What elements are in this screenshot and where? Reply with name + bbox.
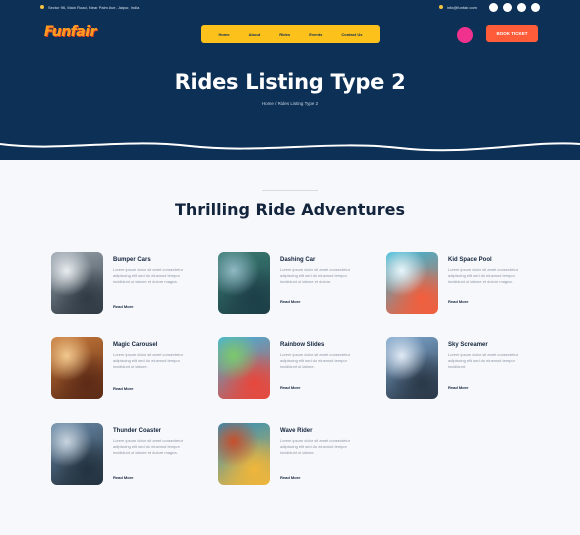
breadcrumb[interactable]: Home / Rides Listing Type 2 bbox=[0, 101, 580, 106]
mail-icon bbox=[438, 5, 443, 9]
ride-description: Lorem ipsum dolor sit amet consectetur a… bbox=[448, 352, 519, 369]
ride-thumbnail[interactable] bbox=[386, 337, 438, 399]
site-logo[interactable]: Funfair bbox=[44, 24, 106, 44]
main-nav: Home About Rides Events Contact Us bbox=[201, 25, 380, 43]
ride-read-more-link[interactable]: Read More bbox=[280, 299, 300, 304]
ride-read-more-link[interactable]: Read More bbox=[448, 385, 468, 390]
book-ticket-button[interactable]: BOOK TICKET bbox=[486, 25, 538, 42]
social-links bbox=[489, 2, 540, 12]
ride-name[interactable]: Sky Screamer bbox=[448, 342, 488, 348]
ride-name[interactable]: Kid Space Pool bbox=[448, 257, 492, 263]
facebook-icon[interactable] bbox=[489, 2, 498, 12]
ride-thumbnail[interactable] bbox=[218, 337, 270, 399]
ride-description: Lorem ipsum dolor sit amet consectetur a… bbox=[448, 267, 519, 284]
ride-name[interactable]: Rainbow Slides bbox=[280, 342, 324, 348]
page-title: Rides Listing Type 2 bbox=[174, 70, 406, 94]
nav-item-rides[interactable]: Rides bbox=[279, 32, 290, 37]
topbar-email[interactable]: info@funfair.com bbox=[447, 5, 477, 10]
ride-card[interactable]: Magic Carousel Lorem ipsum dolor sit ame… bbox=[51, 337, 211, 407]
ride-description: Lorem ipsum dolor sit amet consectetur a… bbox=[280, 438, 351, 455]
ride-description: Lorem ipsum dolor sit amet consectetur a… bbox=[113, 267, 184, 284]
ride-read-more-link[interactable]: Read More bbox=[280, 475, 300, 480]
ride-card[interactable]: Dashing Car Lorem ipsum dolor sit amet c… bbox=[218, 252, 378, 322]
ride-description: Lorem ipsum dolor sit amet consectetur a… bbox=[113, 352, 184, 369]
ride-description: Lorem ipsum dolor sit amet consectetur a… bbox=[280, 352, 351, 369]
ride-thumbnail[interactable] bbox=[218, 252, 270, 314]
nav-item-home[interactable]: Home bbox=[219, 32, 230, 37]
ride-thumbnail[interactable] bbox=[51, 337, 103, 399]
ride-name[interactable]: Dashing Car bbox=[280, 257, 315, 263]
ride-thumbnail[interactable] bbox=[218, 423, 270, 485]
cart-icon[interactable] bbox=[457, 27, 473, 43]
ride-read-more-link[interactable]: Read More bbox=[113, 304, 133, 309]
ride-read-more-link[interactable]: Read More bbox=[448, 299, 468, 304]
ride-thumbnail[interactable] bbox=[51, 252, 103, 314]
ride-read-more-link[interactable]: Read More bbox=[113, 386, 133, 391]
nav-item-about[interactable]: About bbox=[249, 32, 261, 37]
ride-read-more-link[interactable]: Read More bbox=[280, 385, 300, 390]
location-icon bbox=[40, 5, 44, 9]
instagram-icon[interactable] bbox=[517, 2, 526, 12]
youtube-icon[interactable] bbox=[531, 2, 540, 12]
section-title: Thrilling Ride Adventures bbox=[174, 200, 406, 219]
ride-name[interactable]: Wave Rider bbox=[280, 428, 312, 434]
ride-name[interactable]: Magic Carousel bbox=[113, 342, 157, 348]
hero-wave bbox=[0, 136, 580, 152]
ride-card[interactable]: Rainbow Slides Lorem ipsum dolor sit ame… bbox=[218, 337, 378, 407]
ride-card[interactable]: Wave Rider Lorem ipsum dolor sit amet co… bbox=[218, 423, 378, 493]
ride-card[interactable]: Kid Space Pool Lorem ipsum dolor sit ame… bbox=[386, 252, 546, 322]
ride-name[interactable]: Bumper Cars bbox=[113, 257, 151, 263]
ride-description: Lorem ipsum dolor sit amet consectetur a… bbox=[113, 438, 184, 455]
ride-card[interactable]: Thunder Coaster Lorem ipsum dolor sit am… bbox=[51, 423, 211, 493]
nav-item-events[interactable]: Events bbox=[309, 32, 322, 37]
ride-card[interactable]: Sky Screamer Lorem ipsum dolor sit amet … bbox=[386, 337, 546, 407]
top-bar: Sector 96, Main Road, Near Palm Ave, Jai… bbox=[40, 2, 540, 12]
ride-description: Lorem ipsum dolor sit amet consectetur a… bbox=[280, 267, 351, 284]
twitter-icon[interactable] bbox=[503, 2, 512, 12]
nav-item-contact[interactable]: Contact Us bbox=[341, 32, 362, 37]
ride-card[interactable]: Bumper Cars Lorem ipsum dolor sit amet c… bbox=[51, 252, 211, 322]
ride-name[interactable]: Thunder Coaster bbox=[113, 428, 161, 434]
ride-thumbnail[interactable] bbox=[386, 252, 438, 314]
ride-read-more-link[interactable]: Read More bbox=[113, 475, 133, 480]
section-divider bbox=[262, 190, 318, 191]
ride-thumbnail[interactable] bbox=[51, 423, 103, 485]
topbar-address: Sector 96, Main Road, Near Palm Ave, Jai… bbox=[48, 4, 140, 10]
